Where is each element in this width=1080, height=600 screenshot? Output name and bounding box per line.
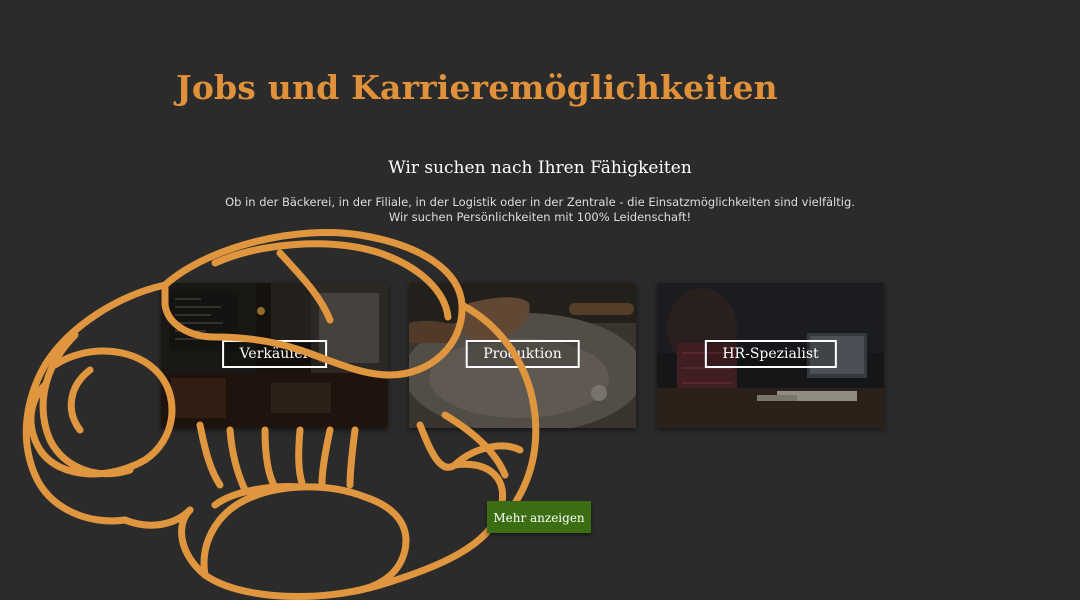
job-card-produktion[interactable]: Produktion [409,283,636,428]
card-label: Verkäufer [221,340,328,368]
card-label: Produktion [465,340,580,368]
job-card-hr-spezialist[interactable]: HR-Spezialist [657,283,884,428]
more-button[interactable]: Mehr anzeigen [487,501,591,533]
page-title: Jobs und Karrieremöglichkeiten [176,68,778,107]
section-subtitle: Wir suchen nach Ihren Fähigkeiten [388,158,692,178]
card-label: HR-Spezialist [704,340,837,368]
job-card-verkaeufer[interactable]: Verkäufer [161,283,388,428]
intro-text: Ob in der Bäckerei, in der Filiale, in d… [0,195,1080,225]
intro-line-1: Ob in der Bäckerei, in der Filiale, in d… [225,195,855,209]
intro-line-2: Wir suchen Persönlichkeiten mit 100% Lei… [388,210,692,224]
